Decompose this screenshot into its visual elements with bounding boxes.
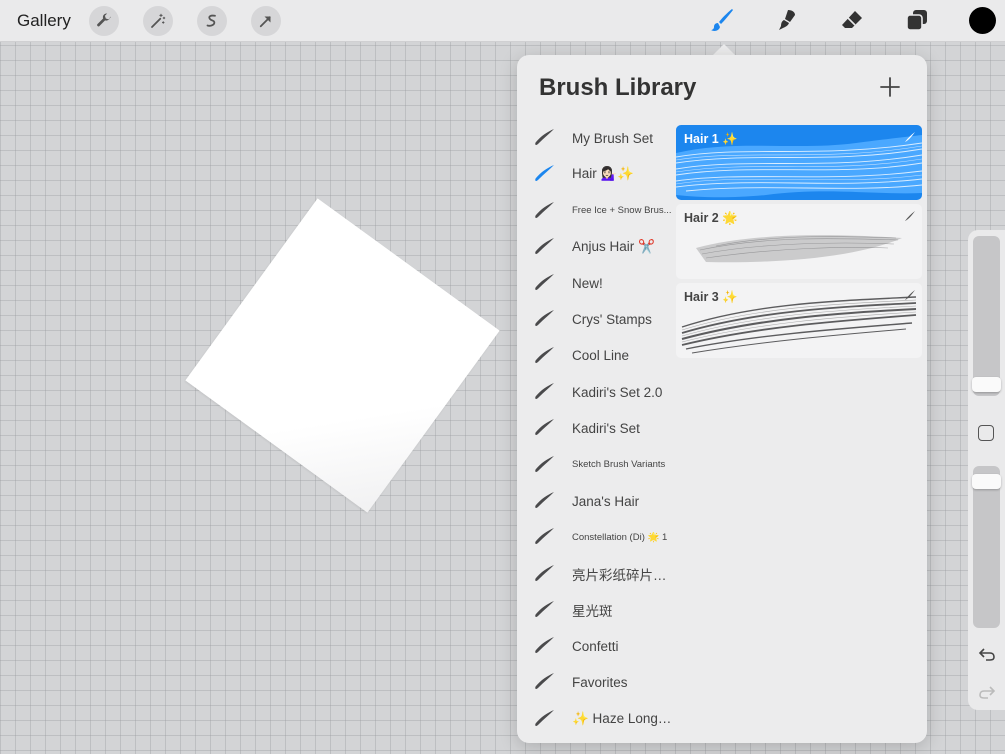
brush-card-hair-1[interactable]: Hair 1 ✨ xyxy=(676,125,922,200)
brush-set-label: Free Ice + Snow Brus... xyxy=(572,205,672,217)
brush-name: Hair 1 ✨ xyxy=(684,132,738,146)
side-toolbar xyxy=(968,230,1005,710)
brush-size-thumb[interactable] xyxy=(972,376,1001,392)
brush-set-icon xyxy=(535,310,554,327)
brush-set-label: Anjus Hair ✂️ xyxy=(572,239,655,255)
brush-set-icon xyxy=(535,201,554,218)
brush-set-icon xyxy=(535,455,554,472)
brush-set-item[interactable]: Crys' Stamps xyxy=(517,301,677,337)
wrench-icon[interactable] xyxy=(89,6,119,36)
brush-set-icon xyxy=(535,600,554,617)
brush-set-label: New! xyxy=(572,275,603,291)
brush-set-label: Kadiri's Set 2.0 xyxy=(572,384,663,400)
plus-icon[interactable] xyxy=(878,75,902,99)
brush-set-label: Constellation (Di) 🌟 1 xyxy=(572,531,668,543)
gallery-button[interactable]: Gallery xyxy=(17,11,71,31)
canvas[interactable] xyxy=(185,198,500,513)
brush-set-item[interactable]: Constellation (Di) 🌟 1 xyxy=(517,519,677,555)
opacity-thumb[interactable] xyxy=(972,473,1001,489)
brush-set-item[interactable]: Cool Line xyxy=(517,338,677,374)
brush-set-icon xyxy=(535,673,554,690)
brush-set-label: Jana's Hair xyxy=(572,493,640,509)
brush-card-hair-3[interactable]: Hair 3 ✨ xyxy=(676,283,922,358)
brush-list: Hair 1 ✨ Hair 2 🌟 Hair 3 ✨ xyxy=(676,125,922,362)
brush-set-list: My Brush Set Hair 💁🏻‍♀️✨ Free Ice + Snow B… xyxy=(517,120,677,737)
brush-set-item[interactable]: 星光斑 xyxy=(517,592,677,628)
brush-set-label: Sketch Brush Variants xyxy=(572,459,666,471)
brush-set-icon xyxy=(535,129,554,145)
brush-set-item[interactable]: Confetti xyxy=(517,628,677,664)
eraser-icon[interactable] xyxy=(838,6,866,34)
brush-set-icon xyxy=(535,564,554,581)
brush-set-label: Hair 💁🏻‍♀️✨ xyxy=(572,166,635,182)
brush-icon[interactable] xyxy=(708,6,736,34)
color-picker-button[interactable] xyxy=(969,7,996,34)
brush-set-icon xyxy=(535,491,554,508)
brush-set-icon xyxy=(535,637,554,654)
brush-set-item[interactable]: Jana's Hair xyxy=(517,483,677,519)
redo-icon[interactable] xyxy=(977,682,997,702)
brush-name: Hair 2 🌟 xyxy=(684,211,738,225)
brush-set-icon xyxy=(535,237,554,254)
brush-set-item[interactable]: Anjus Hair ✂️ xyxy=(517,229,677,265)
brush-set-item[interactable]: Kadiri's Set xyxy=(517,410,677,446)
transform-arrow-icon[interactable] xyxy=(251,6,281,36)
layers-icon[interactable] xyxy=(903,6,931,34)
brush-set-label: Cool Line xyxy=(572,348,630,364)
brush-set-label: 星光斑 xyxy=(572,604,613,619)
brush-settings-icon[interactable] xyxy=(902,210,916,224)
panel-title: Brush Library xyxy=(539,74,697,101)
brush-card-hair-2[interactable]: Hair 2 🌟 xyxy=(676,204,922,279)
brush-set-item[interactable]: My Brush Set xyxy=(517,120,677,156)
selection-icon[interactable] xyxy=(197,6,227,36)
brush-set-label: Favorites xyxy=(572,675,628,691)
smudge-icon[interactable] xyxy=(773,6,801,34)
brush-set-label: Kadiri's Set xyxy=(572,421,640,437)
opacity-slider[interactable] xyxy=(973,466,1000,628)
brush-set-label: Confetti xyxy=(572,638,619,654)
brush-set-item[interactable]: Hair 💁🏻‍♀️✨ xyxy=(517,156,677,192)
modify-button[interactable] xyxy=(978,425,994,441)
brush-set-label: ✨ Haze Long ✨ xyxy=(572,710,674,726)
brush-set-item[interactable]: 亮片彩纸碎片颗粒 xyxy=(517,556,677,592)
brush-set-item[interactable]: Sketch Brush Variants xyxy=(517,447,677,483)
brush-size-slider[interactable] xyxy=(973,236,1000,396)
brush-set-icon xyxy=(535,709,554,726)
brush-set-item[interactable]: Favorites xyxy=(517,664,677,700)
top-toolbar: Gallery xyxy=(0,0,1005,42)
brush-set-icon xyxy=(535,346,554,363)
brush-set-icon xyxy=(535,274,554,291)
brush-name: Hair 3 ✨ xyxy=(684,290,738,304)
brush-set-icon xyxy=(535,383,554,400)
undo-icon[interactable] xyxy=(977,644,997,664)
brush-set-label: 亮片彩纸碎片颗粒 xyxy=(572,567,674,583)
brush-set-icon xyxy=(535,165,554,182)
brush-set-item[interactable]: Free Ice + Snow Brus... xyxy=(517,193,677,229)
brush-set-item[interactable]: Kadiri's Set 2.0 xyxy=(517,374,677,410)
brush-set-label: Crys' Stamps xyxy=(572,312,652,328)
brush-set-icon xyxy=(535,528,554,545)
brush-library-panel: Brush Library My Brush Set Hair 💁🏻‍♀️✨ Fre… xyxy=(517,55,927,743)
magic-wand-icon[interactable] xyxy=(143,6,173,36)
brush-set-label: My Brush Set xyxy=(572,130,654,146)
brush-set-item[interactable]: New! xyxy=(517,265,677,301)
brush-settings-icon[interactable] xyxy=(902,289,916,303)
brush-set-icon xyxy=(535,419,554,436)
brush-settings-icon[interactable] xyxy=(902,131,916,145)
brush-set-item[interactable]: ✨ Haze Long ✨ xyxy=(517,701,677,737)
